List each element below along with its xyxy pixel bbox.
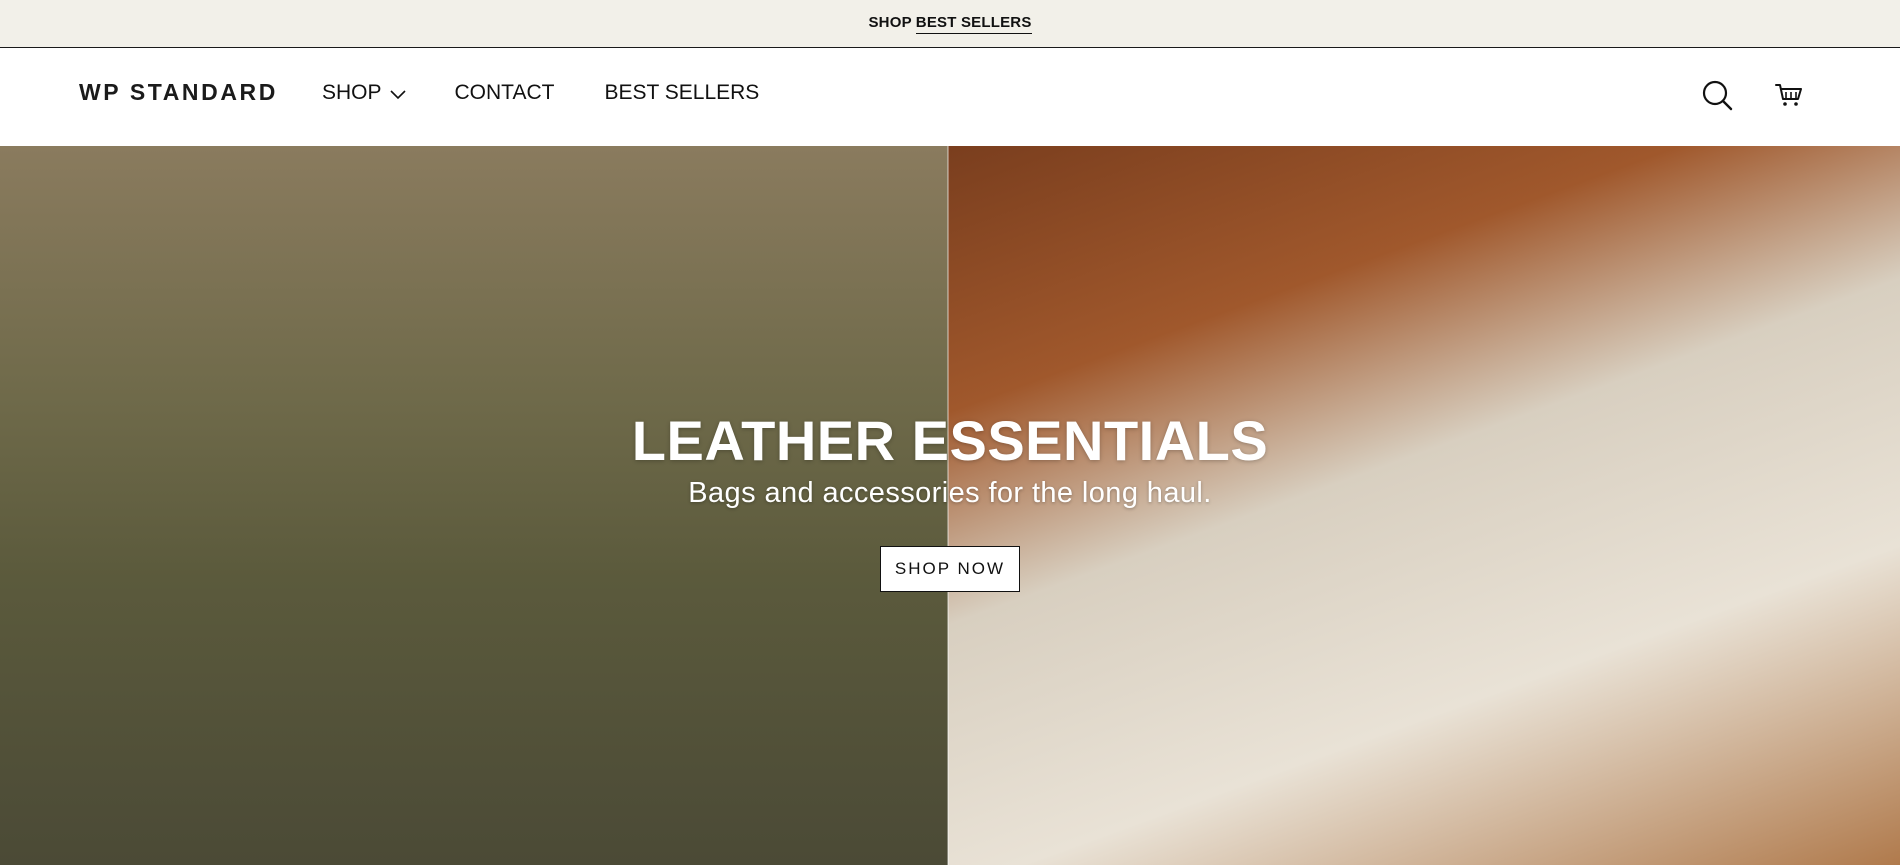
cart-icon — [1775, 84, 1802, 106]
hero-subtitle: Bags and accessories for the long haul. — [688, 477, 1212, 509]
search-button[interactable] — [1700, 78, 1734, 112]
nav-best-sellers[interactable]: BEST SELLERS — [604, 81, 759, 105]
hero-title: LEATHER ESSENTIALS — [631, 409, 1269, 472]
nav-contact[interactable]: CONTACT — [455, 81, 555, 105]
nav-shop[interactable]: SHOP — [322, 81, 406, 105]
hero-copy: LEATHER ESSENTIALS Bags and accessories … — [0, 146, 1900, 865]
main-nav: SHOP CONTACT BEST SELLERS — [322, 81, 759, 105]
chevron-down-icon — [389, 90, 406, 100]
nav-contact-label: CONTACT — [454, 81, 555, 104]
shop-now-button[interactable]: SHOP NOW — [880, 546, 1020, 592]
cart-button[interactable] — [1772, 78, 1806, 112]
nav-best-sellers-label: BEST SELLERS — [604, 81, 760, 104]
announcement-link[interactable]: BEST SELLERS — [915, 14, 1032, 34]
hero-banner: LEATHER ESSENTIALS Bags and accessories … — [0, 146, 1900, 865]
site-header: WP STANDARD SHOP CONTACT BEST SELLERS — [0, 48, 1900, 146]
announcement-bar: SHOP BEST SELLERS — [0, 0, 1900, 48]
search-icon — [1702, 80, 1733, 111]
announcement-prefix: SHOP — [868, 13, 912, 31]
logo[interactable]: WP STANDARD — [79, 79, 278, 106]
header-icons — [1700, 78, 1806, 112]
nav-shop-label: SHOP — [322, 81, 382, 104]
